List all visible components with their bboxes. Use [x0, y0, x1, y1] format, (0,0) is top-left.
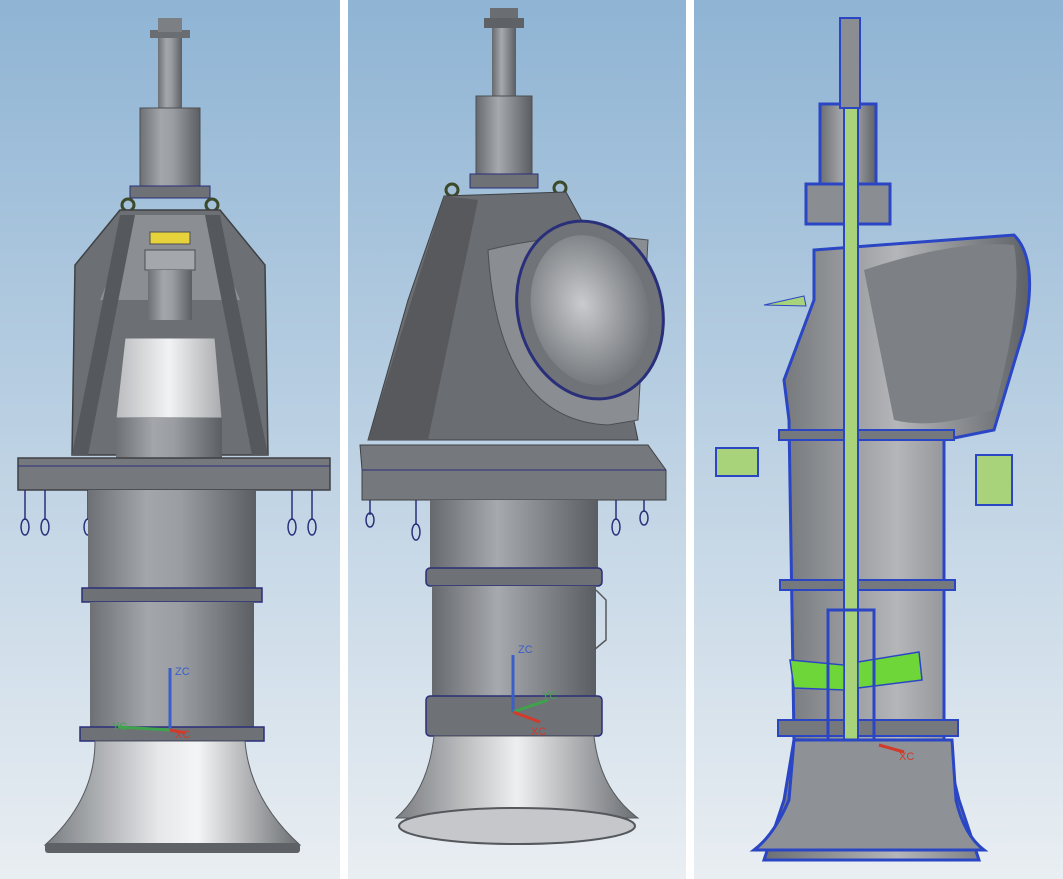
front-view-render: ZC YC XC [0, 0, 340, 879]
middle-flange [425, 567, 603, 587]
middle-flange [778, 429, 955, 441]
base-support-left [715, 447, 759, 477]
panel-divider-left [340, 0, 348, 879]
middle-casing [88, 490, 256, 590]
lower-casing [90, 602, 254, 727]
axis-x-label: XC [899, 751, 914, 763]
upper-column [430, 500, 598, 570]
pump-shaft [843, 107, 859, 749]
upper-flange [469, 173, 539, 189]
upper-flange [129, 185, 211, 199]
bell-rim [398, 807, 636, 845]
motor-shaft [158, 38, 182, 108]
base-plate [17, 457, 331, 491]
discharge-cone [115, 337, 223, 419]
base-support-right [975, 454, 1013, 506]
central-column [148, 270, 192, 320]
bearing-housing [475, 95, 533, 177]
panel-divider-right [686, 0, 694, 879]
section-view-panel: XC [694, 0, 1063, 879]
axis-y-label: YC [542, 690, 557, 702]
axis-z-label: ZC [518, 644, 533, 656]
front-view-panel: ZC YC XC [0, 0, 340, 879]
isometric-view-render: ZC YC XC [348, 0, 686, 879]
impeller-blade-left [789, 659, 845, 691]
axis-x-label: XC [531, 726, 546, 738]
section-view-render: XC [694, 0, 1063, 879]
isometric-view-panel: ZC YC XC [348, 0, 686, 879]
motor-shaft [492, 28, 516, 96]
lower-flange [779, 579, 956, 591]
upper-casing [116, 418, 222, 460]
coupling-guard [144, 249, 196, 271]
shaft-top [839, 17, 861, 109]
axis-z-label: ZC [175, 666, 190, 678]
bell-flange [777, 719, 959, 737]
shaft-cap [490, 8, 518, 18]
bell-rim [45, 843, 300, 853]
middle-flange [81, 587, 263, 603]
axis-y-label: YC [112, 721, 127, 733]
shaft-cap [158, 18, 182, 32]
yellow-coupling [149, 231, 191, 245]
top-coupling [484, 18, 524, 28]
base-plate [359, 444, 667, 501]
axis-x-label: XC [175, 729, 190, 741]
bearing-housing [139, 107, 201, 187]
